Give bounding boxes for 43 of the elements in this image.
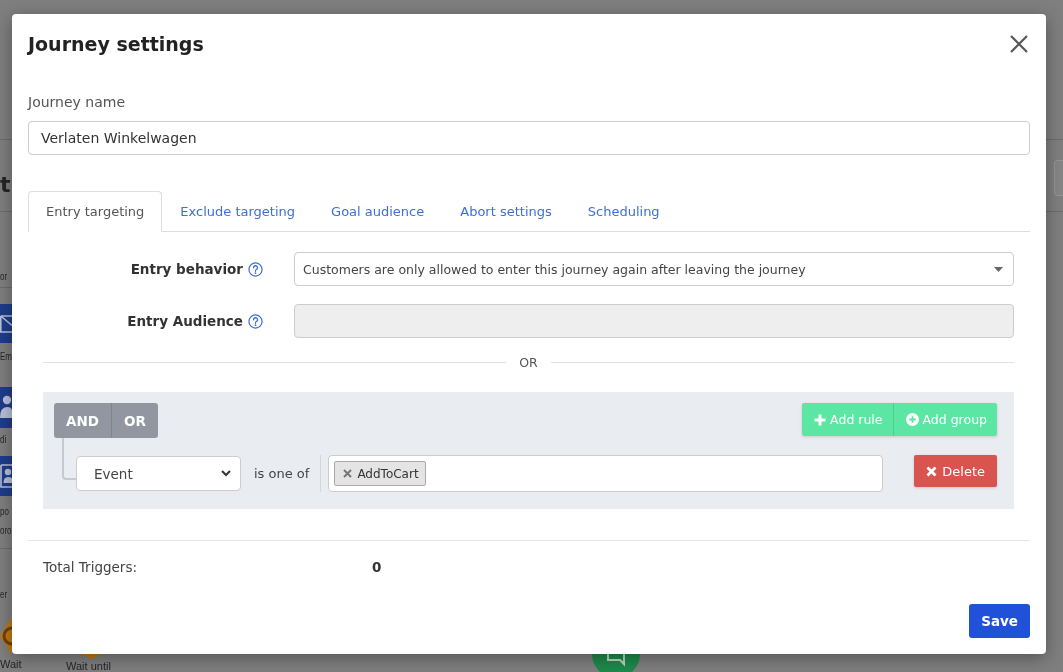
entry-behavior-select[interactable]: Customers are only allowed to enter this journey again after leaving the journey — [294, 252, 1014, 286]
tool-caption: Wait until — [66, 660, 111, 672]
value-field[interactable]: AddToCart — [328, 455, 884, 492]
entry-behavior-label: Entry behavior — [130, 261, 243, 277]
plus-circle-icon — [905, 413, 919, 426]
help-icon[interactable] — [248, 261, 263, 277]
delete-button[interactable]: Delete — [914, 455, 997, 487]
tool-caption: oro — [0, 523, 12, 537]
operator-label: is one of — [254, 466, 310, 481]
tool-caption: Em — [0, 349, 12, 363]
tab[interactable]: Exclude targeting — [162, 191, 314, 232]
total-triggers-label: Total Triggers: — [43, 559, 138, 575]
remove-icon[interactable] — [343, 469, 353, 478]
contact-card-icon[interactable] — [0, 456, 12, 496]
section-label: or — [0, 269, 8, 283]
help-icon[interactable] — [248, 313, 263, 329]
tab[interactable]: Entry targeting — [28, 191, 163, 232]
save-button[interactable]: Save — [969, 604, 1030, 638]
divider-label: OR — [519, 354, 538, 370]
journey-name-field[interactable]: Verlaten Winkelwagen — [28, 121, 1030, 155]
page-heading: t — [0, 172, 11, 198]
dialog-title: Journey settings — [28, 33, 204, 55]
x-icon — [926, 465, 938, 477]
conjunction-button[interactable]: AND — [54, 403, 111, 438]
tool-caption: Wait — [0, 658, 22, 670]
caret-icon — [994, 266, 1003, 272]
tab[interactable]: Abort settings — [442, 191, 570, 232]
section-label: er — [0, 587, 8, 601]
tool-caption: di — [0, 432, 7, 446]
field-select[interactable]: Event — [76, 456, 241, 491]
tab[interactable]: Scheduling — [569, 191, 678, 232]
field-label: Journey name — [28, 94, 125, 110]
envelope-icon[interactable] — [0, 304, 12, 343]
conjunction-button[interactable]: OR — [110, 403, 158, 438]
entry-audience-label: Entry Audience — [127, 313, 243, 329]
tool-caption: po — [0, 504, 9, 518]
people-icon[interactable] — [0, 387, 12, 428]
plus-icon — [814, 413, 827, 426]
total-triggers-value: 0 — [372, 559, 382, 575]
chevron-down-icon — [221, 470, 231, 477]
tag-label: AddToCart — [357, 466, 419, 481]
tab[interactable]: Goal audience — [313, 191, 443, 232]
close-icon[interactable] — [1010, 35, 1028, 53]
